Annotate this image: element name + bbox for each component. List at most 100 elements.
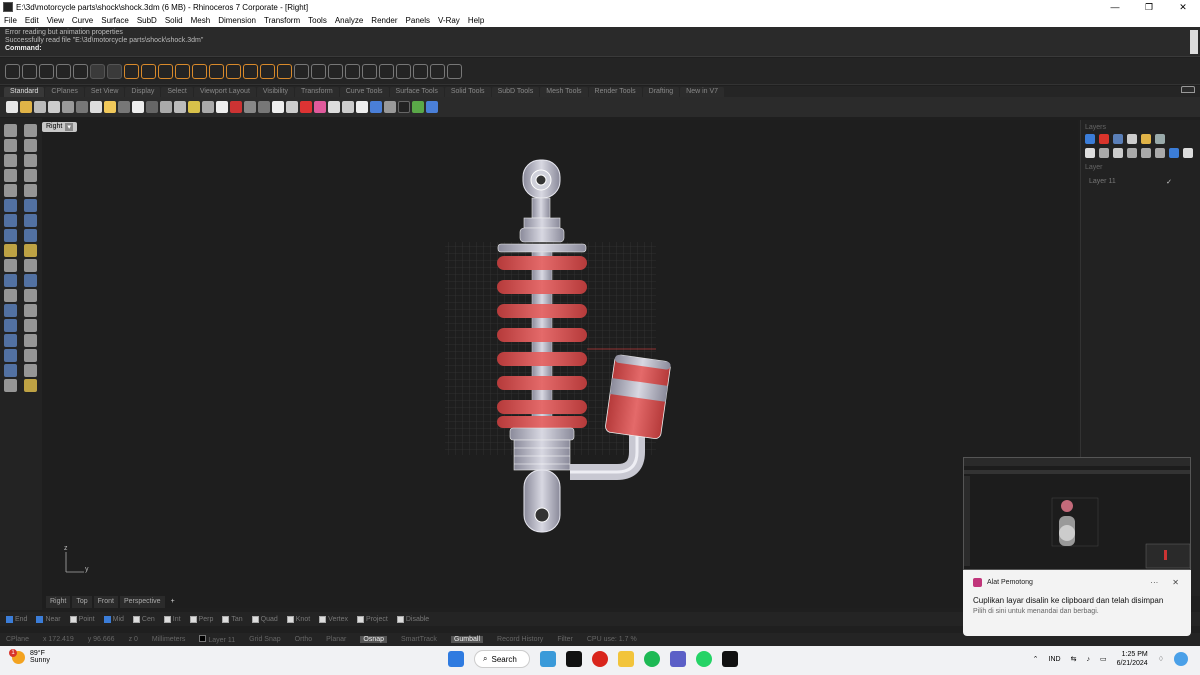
new-file-icon[interactable] <box>6 101 18 113</box>
tab-display[interactable]: Display <box>125 87 161 97</box>
tool-icon[interactable] <box>175 63 190 79</box>
tool-icon[interactable] <box>22 63 37 79</box>
save-icon[interactable] <box>34 101 46 113</box>
notification-bell-icon[interactable]: ♢ <box>1158 655 1164 663</box>
menu-surface[interactable]: Surface <box>97 16 133 25</box>
language-indicator[interactable]: IND <box>1049 656 1061 663</box>
command-prompt[interactable]: Command: <box>5 45 1195 53</box>
grid-snap-toggle[interactable]: Grid Snap <box>249 636 281 643</box>
menu-mesh[interactable]: Mesh <box>187 16 215 25</box>
view-tab-perspective[interactable]: Perspective <box>119 596 165 608</box>
tab-new-in-v7[interactable]: New in V7 <box>680 87 725 97</box>
osnap-toggle[interactable]: Osnap <box>360 636 388 643</box>
planar-toggle[interactable]: Planar <box>326 636 346 643</box>
cylinder-icon[interactable] <box>4 229 17 242</box>
tab-render-tools[interactable]: Render Tools <box>588 87 642 97</box>
tool-icon[interactable] <box>311 63 326 79</box>
vray-icon[interactable] <box>412 101 424 113</box>
command-scrollbar[interactable] <box>1190 30 1198 54</box>
battery-icon[interactable]: ▭ <box>1100 655 1107 663</box>
viewport-layout-icon[interactable] <box>216 101 228 113</box>
units-label[interactable]: Millimeters <box>152 636 185 643</box>
checkbox[interactable] <box>357 615 365 623</box>
menu-edit[interactable]: Edit <box>21 16 43 25</box>
tool-icon[interactable] <box>73 63 88 79</box>
tool-icon[interactable] <box>158 63 173 79</box>
coil-spring[interactable] <box>497 256 587 428</box>
volume-icon[interactable]: ♪ <box>1086 656 1090 663</box>
offset-icon[interactable] <box>24 349 37 362</box>
checkbox[interactable] <box>251 615 259 623</box>
tool-icon[interactable] <box>362 63 377 79</box>
whatsapp-icon[interactable] <box>696 651 712 667</box>
maximize-button[interactable]: ❐ <box>1132 0 1166 14</box>
points-grid-icon[interactable] <box>4 349 17 362</box>
new-layer-icon[interactable] <box>1085 148 1095 158</box>
tab-drafting[interactable]: Drafting <box>642 87 680 97</box>
rectangle-icon[interactable] <box>24 169 37 182</box>
material-icon[interactable] <box>1099 134 1109 144</box>
rotate-icon[interactable] <box>4 289 17 302</box>
render-window-icon[interactable] <box>384 101 396 113</box>
checkbox[interactable] <box>132 615 140 623</box>
pen-icon[interactable] <box>1127 134 1137 144</box>
layers-icon[interactable] <box>1155 134 1165 144</box>
osnap-perp[interactable]: Perp <box>189 615 213 623</box>
select-icon[interactable] <box>258 101 270 113</box>
layer-row[interactable]: Layer 11 ✓ <box>1085 174 1196 190</box>
menu-solid[interactable]: Solid <box>161 16 187 25</box>
add-viewport-button[interactable]: + <box>167 596 179 608</box>
menu-vray[interactable]: V-Ray <box>434 16 464 25</box>
tool-icon[interactable] <box>192 63 207 79</box>
file-explorer-icon[interactable] <box>618 651 634 667</box>
zoom-window-icon[interactable] <box>174 101 186 113</box>
taskbar-search[interactable]: ⌕ Search <box>474 650 530 668</box>
tool-icon[interactable] <box>430 63 445 79</box>
tool-icon[interactable] <box>413 63 428 79</box>
checkbox[interactable] <box>396 615 404 623</box>
dismiss-notification-button[interactable]: ✕ <box>1172 578 1179 587</box>
paint-icon[interactable] <box>24 379 37 392</box>
osnap-vertex[interactable]: Vertex <box>319 615 348 623</box>
color-icon[interactable] <box>1085 134 1095 144</box>
menu-render[interactable]: Render <box>367 16 401 25</box>
menu-view[interactable]: View <box>43 16 68 25</box>
osnap-quad[interactable]: Quad <box>251 615 278 623</box>
clock[interactable]: 1:25 PM 6/21/2024 <box>1117 650 1148 668</box>
menu-subd[interactable]: SubD <box>133 16 161 25</box>
weather-widget[interactable]: 1 89°F Sunny <box>9 648 50 664</box>
checkbox[interactable] <box>36 615 44 623</box>
tab-set-view[interactable]: Set View <box>84 87 125 97</box>
tool-icon[interactable] <box>277 63 292 79</box>
osnap-end[interactable]: End <box>6 615 27 623</box>
tool-icon[interactable] <box>107 63 122 79</box>
restore-icon[interactable] <box>1181 86 1195 93</box>
gas-reservoir[interactable] <box>605 354 671 439</box>
checkbox[interactable] <box>6 615 13 623</box>
tool-icon[interactable] <box>345 63 360 79</box>
tab-transform[interactable]: Transform <box>295 87 339 97</box>
select-icon[interactable] <box>244 101 256 113</box>
tab-cplanes[interactable]: CPlanes <box>45 87 84 97</box>
osnap-cen[interactable]: Cen <box>132 615 155 623</box>
render-icon[interactable] <box>370 101 382 113</box>
osnap-project[interactable]: Project <box>357 615 388 623</box>
curve-point-icon[interactable] <box>24 154 37 167</box>
tool-icon[interactable] <box>328 63 343 79</box>
dark-sphere-icon[interactable] <box>398 101 410 113</box>
select-arrow-icon[interactable] <box>4 124 17 137</box>
delete-layer-icon[interactable] <box>1113 148 1123 158</box>
text-icon[interactable] <box>4 304 17 317</box>
join-icon[interactable] <box>24 244 37 257</box>
checkbox[interactable] <box>286 615 294 623</box>
checkbox[interactable] <box>319 615 327 623</box>
rhino-taskbar-icon[interactable] <box>566 651 582 667</box>
bottom-mount-eye[interactable] <box>523 469 561 533</box>
transform-icon[interactable] <box>4 364 17 377</box>
smarttrack-toggle[interactable]: SmartTrack <box>401 636 437 643</box>
tool-icon[interactable] <box>243 63 258 79</box>
analyze-icon[interactable] <box>24 319 37 332</box>
right-viewport[interactable]: Right ▾ z y <box>42 120 1078 596</box>
move-up-icon[interactable] <box>1127 148 1137 158</box>
command-history[interactable]: Error reading but animation properties S… <box>0 27 1200 57</box>
